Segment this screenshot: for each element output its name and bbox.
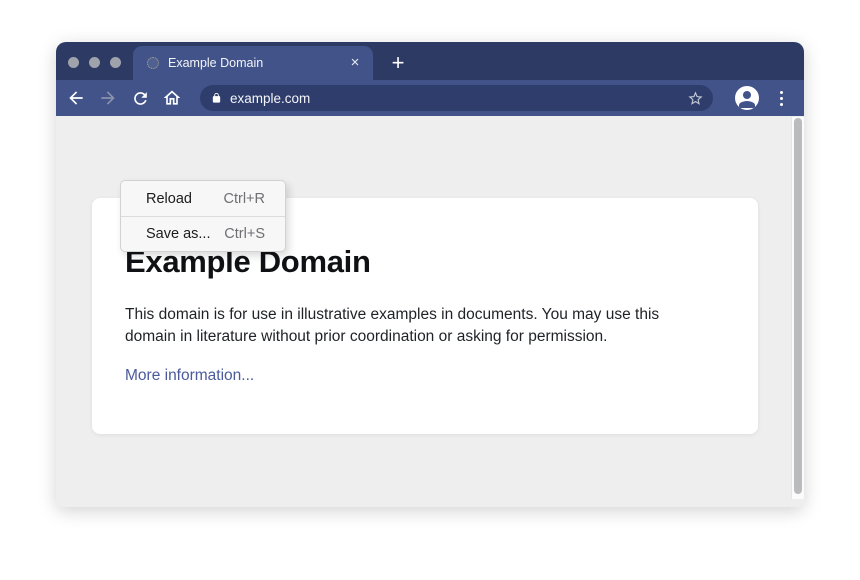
menu-item-shortcut: Ctrl+S <box>224 226 265 242</box>
tab-favicon-globe-icon <box>147 57 159 69</box>
url-text: example.com <box>230 91 685 106</box>
home-button[interactable] <box>158 84 186 112</box>
back-icon <box>66 88 86 108</box>
window-minimize-button[interactable] <box>89 57 100 68</box>
scrollbar-thumb[interactable] <box>794 118 802 494</box>
tab-close-icon[interactable]: × <box>347 55 363 71</box>
lock-icon <box>211 92 222 104</box>
new-tab-button[interactable]: + <box>386 51 410 75</box>
window-close-button[interactable] <box>68 57 79 68</box>
overflow-menu-icon <box>780 91 783 94</box>
more-information-link[interactable]: More information... <box>125 367 254 385</box>
home-icon <box>162 88 182 108</box>
traffic-lights <box>68 57 121 68</box>
context-menu: Reload Ctrl+R Save as... Ctrl+S <box>120 180 286 252</box>
forward-icon <box>98 88 118 108</box>
context-menu-item-reload[interactable]: Reload Ctrl+R <box>121 181 285 216</box>
scrollbar-track[interactable] <box>791 117 804 499</box>
context-menu-item-save-as[interactable]: Save as... Ctrl+S <box>121 216 285 251</box>
menu-item-label: Save as... <box>146 226 210 242</box>
bookmark-star-button[interactable] <box>685 88 705 108</box>
profile-avatar-icon <box>735 86 759 110</box>
tab-title: Example Domain <box>168 56 347 70</box>
forward-button[interactable] <box>94 84 122 112</box>
reload-icon <box>131 89 150 108</box>
page-content: Example Domain This domain is for use in… <box>56 116 804 507</box>
titlebar: Example Domain × + <box>56 42 804 80</box>
toolbar: example.com <box>56 80 804 116</box>
star-icon <box>687 90 704 107</box>
address-bar[interactable]: example.com <box>200 85 713 111</box>
page-paragraph: This domain is for use in illustrative e… <box>125 304 713 348</box>
menu-item-shortcut: Ctrl+R <box>224 191 266 207</box>
tab-example-domain[interactable]: Example Domain × <box>133 46 373 80</box>
menu-item-label: Reload <box>146 191 192 207</box>
reload-button[interactable] <box>126 84 154 112</box>
window-zoom-button[interactable] <box>110 57 121 68</box>
browser-menu-button[interactable] <box>772 88 790 108</box>
browser-window: Example Domain × + example.com <box>56 42 804 507</box>
profile-avatar-button[interactable] <box>735 86 759 110</box>
back-button[interactable] <box>62 84 90 112</box>
